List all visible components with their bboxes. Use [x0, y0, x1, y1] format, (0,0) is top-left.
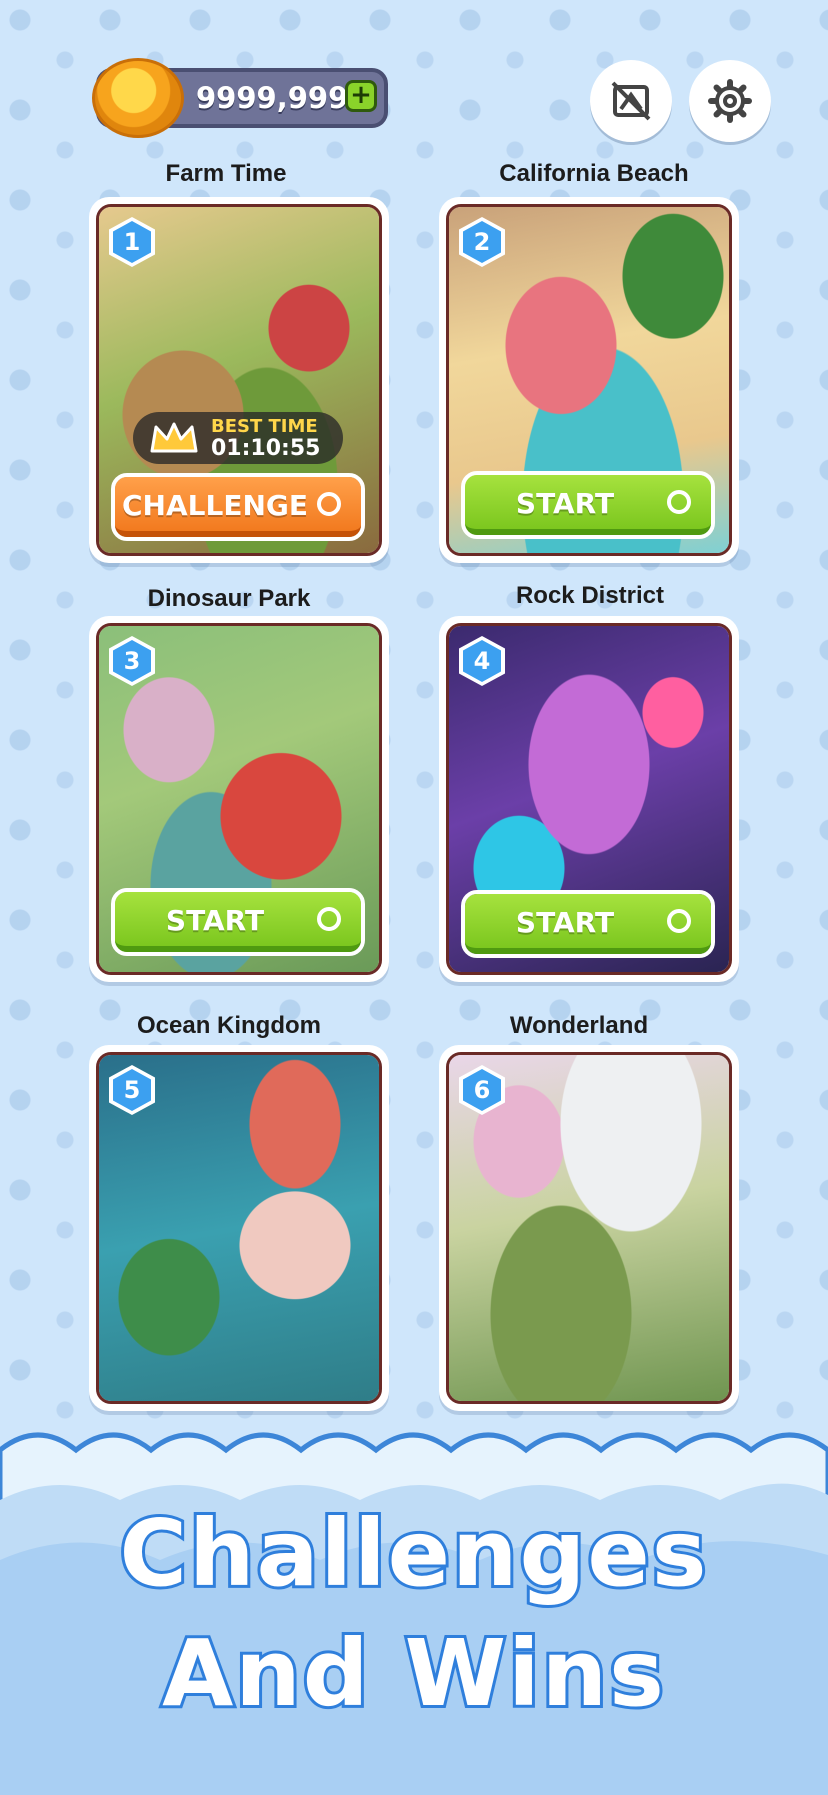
add-coins-button[interactable]: + — [345, 80, 377, 112]
level-title-wonderland: Wonderland — [509, 1012, 649, 1039]
progress-ring-icon — [317, 907, 341, 931]
level-title-farm-time: Farm Time — [165, 160, 287, 187]
promo-banner — [0, 1430, 828, 1795]
level-title-dinosaur-park: Dinosaur Park — [147, 585, 311, 612]
level-title-california-beach: California Beach — [499, 160, 689, 187]
headline-line-2: And Wins — [159, 1617, 667, 1730]
challenge-button[interactable]: CHALLENGE — [111, 473, 365, 541]
level-card-5[interactable]: 5 — [89, 1045, 389, 1411]
start-button[interactable]: START — [461, 890, 715, 958]
headline-line-1: Challenges — [116, 1497, 709, 1610]
crown-icon — [150, 422, 198, 453]
level-card-6[interactable]: 6 — [439, 1045, 739, 1411]
level-card-1[interactable]: 1 BEST TIME 01:10:55 CHALLENGE — [89, 197, 389, 563]
no-ads-button[interactable] — [590, 60, 672, 142]
start-button[interactable]: START — [461, 471, 715, 539]
coin-icon — [92, 58, 184, 138]
level-title-rock-district: Rock District — [515, 582, 665, 609]
cloud-wave-decoration — [0, 1432, 828, 1795]
best-time-badge: BEST TIME 01:10:55 — [133, 412, 343, 464]
start-button[interactable]: START — [111, 888, 365, 956]
settings-button[interactable] — [689, 60, 771, 142]
gear-icon — [708, 79, 752, 123]
level-card-2[interactable]: 2 START — [439, 197, 739, 563]
no-ads-icon — [611, 81, 651, 121]
progress-ring-icon — [667, 909, 691, 933]
progress-ring-icon — [317, 492, 341, 516]
level-card-3[interactable]: 3 START — [89, 616, 389, 982]
progress-ring-icon — [667, 490, 691, 514]
level-title-ocean-kingdom: Ocean Kingdom — [136, 1012, 322, 1039]
level-card-4[interactable]: 4 START — [439, 616, 739, 982]
coin-balance: 9999,999 — [196, 81, 349, 115]
